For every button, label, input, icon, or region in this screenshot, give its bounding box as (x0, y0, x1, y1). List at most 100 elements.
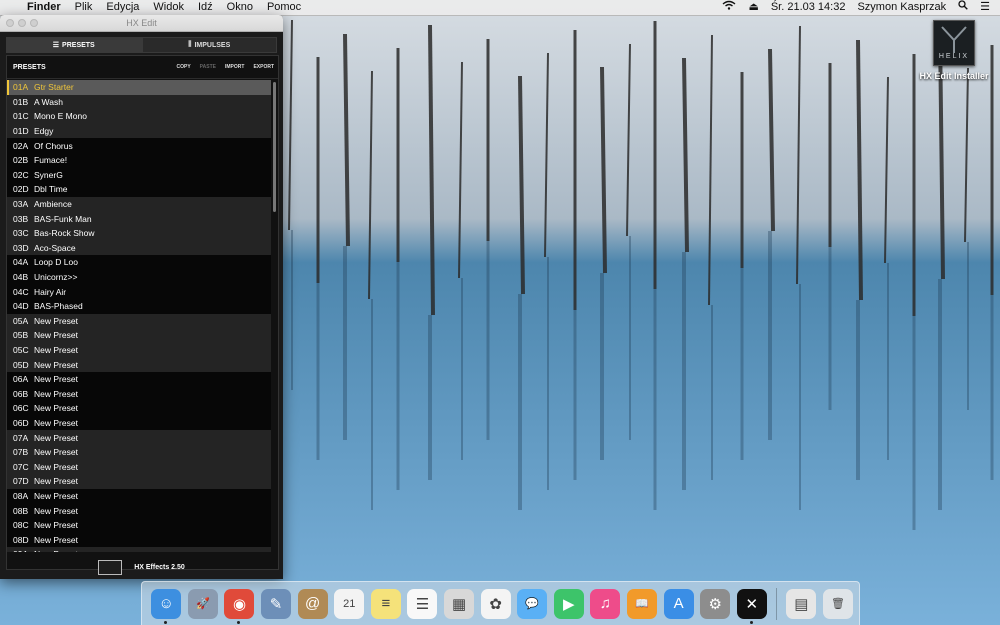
preset-row[interactable]: 03C Bas-Rock Show (7, 225, 271, 241)
paste-button[interactable]: PASTE (200, 64, 216, 70)
preset-row[interactable]: 08B New Preset (7, 503, 271, 518)
preset-row[interactable]: 08A New Preset (7, 488, 271, 504)
preset-row[interactable]: 01B A Wash (7, 94, 271, 110)
preset-row[interactable]: 01D Edgy (7, 123, 271, 139)
finder-icon[interactable]: ☺ (151, 588, 182, 624)
eject-icon[interactable]: ⏏ (742, 0, 764, 15)
menu-widok[interactable]: Widok (146, 0, 191, 15)
preset-row[interactable]: 03B BAS-Funk Man (7, 211, 271, 226)
preset-row[interactable]: 05B New Preset (7, 328, 271, 343)
photo-booth-icon[interactable]: ▦ (444, 588, 475, 619)
preset-row[interactable]: 02D Dbl Time (7, 182, 271, 197)
preset-name: Gtr Starter (34, 82, 74, 93)
notification-center-icon[interactable]: ☰ (974, 0, 1000, 15)
downloads-stack-icon[interactable]: ▤ (786, 588, 817, 619)
system-preferences-icon[interactable]: ⚙ (700, 588, 731, 619)
preset-row[interactable]: 04D BAS-Phased (7, 298, 271, 314)
trash-icon[interactable]: 🗑 (822, 588, 853, 619)
clock[interactable]: Śr. 21.03 14:32 (765, 0, 852, 15)
preset-row[interactable]: 02C SynerG (7, 167, 271, 183)
minimize-button[interactable] (18, 19, 26, 27)
preview-icon[interactable]: ✎ (261, 588, 292, 619)
app-store-icon[interactable]: A (663, 588, 694, 619)
preset-name: Of Chorus (34, 140, 73, 151)
preset-row[interactable]: 09ANew Preset (7, 547, 271, 552)
preset-row[interactable]: 05A New Preset (7, 313, 271, 329)
hx-device-icon[interactable] (98, 559, 123, 575)
preset-row[interactable]: 06C New Preset (7, 401, 271, 416)
preset-row[interactable]: 06D New Preset (7, 415, 271, 431)
preset-row[interactable]: 04C Hairy Air (7, 284, 271, 299)
spotlight-icon[interactable] (952, 0, 974, 15)
facetime-icon[interactable]: ▶ (553, 588, 584, 619)
launchpad-icon[interactable]: 🚀 (187, 588, 218, 619)
preset-name: New Preset (34, 344, 78, 355)
menu-idz[interactable]: Idź (191, 0, 220, 15)
preset-row[interactable]: 05D New Preset (7, 357, 271, 372)
title-bar[interactable]: HX Edit (0, 15, 283, 32)
messages-icon[interactable]: 💬 (517, 588, 548, 619)
notes-icon[interactable]: ≡ (370, 588, 401, 619)
preset-row[interactable]: 05C New Preset (7, 342, 271, 358)
menu-finder[interactable]: Finder (20, 0, 68, 15)
preset-name: BAS-Funk Man (34, 213, 92, 224)
photos-icon[interactable]: ✿ (480, 588, 511, 619)
menu-pomoc[interactable]: Pomoc (260, 0, 308, 15)
preset-row[interactable]: 06B New Preset (7, 386, 271, 402)
dock-glyph: ♫ (599, 595, 612, 612)
tab-bar: ☰ PRESETS ⫼ IMPULSES (6, 37, 277, 53)
itunes-icon[interactable]: ♫ (590, 588, 621, 619)
hx-edit-icon[interactable]: ✕ (736, 588, 767, 624)
user-name[interactable]: Szymon Kasprzak (851, 0, 952, 15)
hx-edit-window: HX Edit ☰ PRESETS ⫼ IMPULSES PRESETS COP… (0, 15, 283, 579)
preset-name: Hairy Air (34, 286, 67, 297)
preset-row[interactable]: 07D New Preset (7, 474, 271, 489)
chrome-icon[interactable]: ◉ (224, 588, 255, 624)
preset-number: 03C (13, 228, 29, 239)
preset-row[interactable]: 08D New Preset (7, 532, 271, 547)
preset-number: 03B (13, 213, 29, 224)
preset-row[interactable]: 01C Mono E Mono (7, 109, 271, 124)
preset-name: New Preset (34, 447, 78, 458)
import-button[interactable]: IMPORT (225, 64, 244, 70)
preset-list-scrollbar[interactable] (273, 82, 276, 212)
preset-number: 07D (13, 476, 29, 487)
preset-row[interactable]: 01A Gtr Starter (7, 80, 271, 95)
window-footer: HX Effects 2.50 (0, 555, 283, 579)
running-indicator (237, 620, 241, 624)
wifi-icon[interactable] (716, 0, 742, 15)
menu-plik[interactable]: Plik (68, 0, 100, 15)
preset-row[interactable]: 02B Fumace! (7, 152, 271, 168)
copy-button[interactable]: COPY (177, 64, 191, 70)
reminders-icon[interactable]: ☰ (407, 588, 438, 619)
contacts-icon[interactable]: @ (297, 588, 328, 619)
preset-row[interactable]: 06A New Preset (7, 371, 271, 387)
preset-row[interactable]: 04B Unicornz>> (7, 269, 271, 285)
tab-presets[interactable]: ☰ PRESETS (6, 37, 142, 53)
preset-list[interactable]: 01A Gtr Starter 01B A Wash 01C Mono E Mono 01D… (7, 80, 271, 552)
menu-okno[interactable]: Okno (220, 0, 260, 15)
preset-name: Dbl Time (34, 184, 68, 195)
preset-row[interactable]: 04A Loop D Loo (7, 255, 271, 270)
preset-row[interactable]: 03D Aco-Space (7, 240, 271, 256)
menu-edycja[interactable]: Edycja (99, 0, 146, 15)
zoom-button[interactable] (30, 19, 38, 27)
calendar-icon[interactable]: 21 (334, 588, 365, 619)
close-button[interactable] (6, 19, 14, 27)
preset-row[interactable]: 02A Of Chorus (7, 138, 271, 153)
preset-number: 02D (13, 184, 29, 195)
preset-row[interactable]: 07B New Preset (7, 444, 271, 460)
dock-glyph: ⚙ (708, 595, 722, 613)
preset-row[interactable]: 08C New Preset (7, 517, 271, 533)
preset-number: 01A (13, 82, 29, 93)
preset-row[interactable]: 03A Ambience (7, 196, 271, 212)
ibooks-icon[interactable]: 📖 (627, 588, 658, 619)
preset-name: New Preset (34, 490, 78, 501)
preset-row[interactable]: 07C New Preset (7, 459, 271, 475)
tab-impulses[interactable]: ⫼ IMPULSES (141, 37, 277, 53)
export-button[interactable]: EXPORT (253, 64, 274, 70)
preset-number: 07A (13, 432, 29, 443)
preset-row[interactable]: 07A New Preset (7, 430, 271, 445)
desktop-icon-hx-edit-installer[interactable]: HELIX HX Edit Installer (916, 20, 992, 81)
preset-number: 05B (13, 330, 29, 341)
